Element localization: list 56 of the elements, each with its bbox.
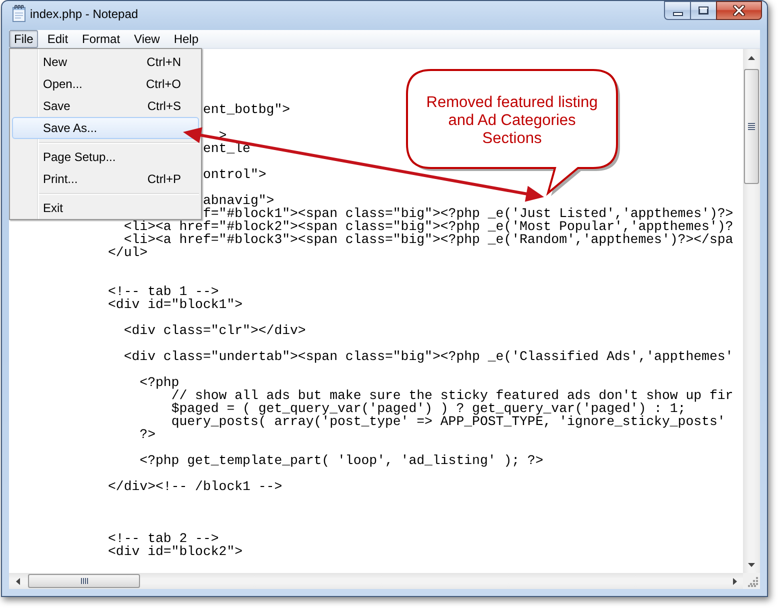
down-arrow-icon[interactable] [748,562,755,566]
menu-item[interactable]: Format [77,30,126,48]
up-arrow-icon[interactable] [748,56,755,60]
menu-item[interactable]: Save Ctrl+S [12,95,199,117]
code-line: query_posts( array('post_type' => APP_POST_TYPE, 'ignore_sticky_posts' [171,414,726,429]
code-line: <?php [140,375,180,390]
code-line: </div><!-- /block1 --> [108,479,282,494]
code-line: f="#block1"><span class="big"><?php _e('Just Listed','appthemes')?> [202,206,734,221]
vertical-scrollbar[interactable] [743,49,760,573]
close-icon [733,5,745,16]
menu-item[interactable]: New Ctrl+N [12,51,199,73]
code-line: ent_botbg"> [202,102,290,117]
scrollbar-thumb[interactable] [744,69,759,184]
notepad-icon [12,5,26,22]
menu-item[interactable]: Open... Ctrl+O [12,73,199,95]
code-line: <!-- tab 2 --> [108,531,219,546]
menu-item[interactable]: Edit [42,30,74,48]
window-title: index.php - Notepad [30,7,138,21]
code-line: <li><a href="#block3"><span class="big"><?php _e('Random','appthemes')?></spa [124,232,734,247]
close-button[interactable] [716,1,762,20]
left-arrow-icon[interactable] [16,578,20,584]
shortcut-text: Ctrl+N [146,55,181,69]
code-line: <div class="clr"></div> [124,323,306,338]
scrollbar-thumb[interactable] [28,574,140,588]
shortcut-text: Ctrl+S [147,99,181,113]
minimize-icon [672,12,682,16]
resize-grip-icon[interactable] [748,577,758,587]
menu-item[interactable]: Page Setup... [12,146,199,168]
menu-item[interactable]: Exit [12,197,199,219]
code-line: <!-- tab 1 --> [108,284,219,299]
code-line: ?> [140,427,156,442]
code-line: <div class="undertab"><span class="big"><?php _e('Classified Ads','appthemes' [124,349,734,364]
code-line: ent_le [202,141,250,156]
code-line: ontrol"> [202,167,266,182]
code-line: $paged = ( get_query_var('paged') ) ? get_query_var('paged') : 1; [171,401,686,416]
right-arrow-icon[interactable] [732,578,736,584]
code-line: <div id="block2"> [108,544,243,559]
minimize-button[interactable] [664,1,690,20]
maximize-icon [698,6,709,15]
code-line: // show all ads but make sure the sticky featured ads don't show up fir [171,388,734,403]
menu-item[interactable]: Help [168,30,204,48]
code-line: </ul> [108,245,148,260]
callout-text: Removed featured listing and Ad Categories Sections [426,94,598,148]
horizontal-scrollbar[interactable] [9,573,743,589]
shortcut-text: Ctrl+O [146,77,181,91]
code-line: abnavig"> [202,193,274,208]
menu-item[interactable]: File [9,30,38,48]
menu-item[interactable]: Print... Ctrl+P [12,168,199,190]
menu-item[interactable]: View [129,30,165,48]
code-line: <?php get_template_part( 'loop', 'ad_listing' ); ?> [140,453,544,468]
code-line: <li><a href="#block2"><span class="big"><?php _e('Most Popular','appthemes')? [124,219,734,234]
shortcut-text: Ctrl+P [147,172,181,186]
maximize-button[interactable] [690,1,716,20]
code-line: > [218,128,227,143]
code-line: <div id="block1"> [108,297,243,312]
menu-item[interactable]: Save As... [12,117,199,139]
